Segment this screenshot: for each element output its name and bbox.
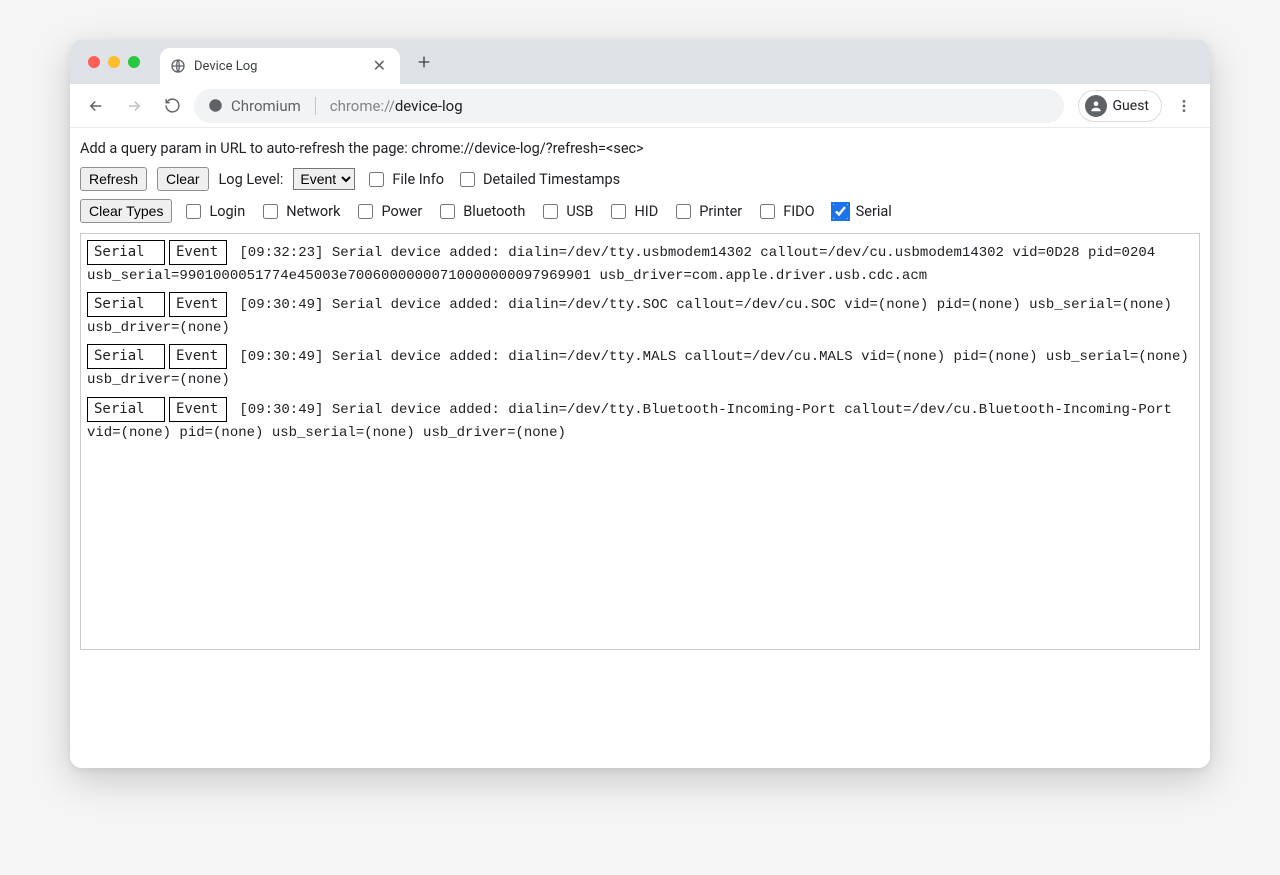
refresh-hint: Add a query param in URL to auto-refresh… [76,136,1204,165]
profile-button[interactable]: Guest [1078,90,1162,122]
type-filter-input-bluetooth[interactable] [440,204,455,219]
log-panel: SerialEvent [09:32:23] Serial device add… [80,233,1200,650]
back-button[interactable] [80,90,112,122]
address-bar[interactable]: Chromium chrome://device-log [194,89,1064,123]
globe-icon [170,58,186,74]
type-filter-input-hid[interactable] [611,204,626,219]
type-filter-printer[interactable]: Printer [672,201,742,222]
controls-row-2: Clear Types Login Network Power Bluetooth US… [76,197,1204,229]
log-message: [09:30:49] Serial device added: dialin=/… [87,297,1172,336]
tab-title: Device Log [194,59,361,74]
type-filter-label: USB [566,203,593,220]
type-filter-input-usb[interactable] [543,204,558,219]
forward-button[interactable] [118,90,150,122]
omnibox-chip: Chromium [231,97,301,115]
file-info-checkbox[interactable]: File Info [365,169,444,190]
minimize-window-button[interactable] [108,56,120,68]
type-filter-login[interactable]: Login [182,201,245,222]
log-message: [09:32:23] Serial device added: dialin=/… [87,245,1155,284]
page-content: Add a query param in URL to auto-refresh… [70,128,1210,768]
log-message: [09:30:49] Serial device added: dialin=/… [87,349,1189,388]
log-message: [09:30:49] Serial device added: dialin=/… [87,402,1172,441]
type-filter-label: Bluetooth [463,203,525,220]
type-filter-input-login[interactable] [186,204,201,219]
log-level-tag: Event [169,344,227,369]
app-menu-button[interactable] [1168,90,1200,122]
file-info-input[interactable] [369,172,384,187]
reload-button[interactable] [156,90,188,122]
browser-toolbar: Chromium chrome://device-log Guest [70,84,1210,128]
type-filter-input-printer[interactable] [676,204,691,219]
type-filter-input-power[interactable] [358,204,373,219]
log-level-label: Log Level: [219,171,284,188]
omnibox-url: chrome://device-log [330,97,463,115]
log-entry: SerialEvent [09:30:49] Serial device add… [87,397,1193,445]
type-filter-input-network[interactable] [263,204,278,219]
refresh-button[interactable]: Refresh [80,167,147,191]
window-controls [78,56,148,68]
log-entry: SerialEvent [09:32:23] Serial device add… [87,240,1193,288]
log-kind-tag: Serial [87,292,165,317]
type-filter-label: Power [381,203,422,220]
log-kind-tag: Serial [87,397,165,422]
log-level-select[interactable]: Event [293,168,355,190]
profile-label: Guest [1113,98,1149,114]
detailed-timestamps-checkbox[interactable]: Detailed Timestamps [456,169,620,190]
type-filter-hid[interactable]: HID [607,201,658,222]
tab-strip: Device Log ✕ [70,40,1210,84]
type-filter-serial[interactable]: Serial [829,201,892,222]
detailed-timestamps-input[interactable] [460,172,475,187]
type-filter-label: Login [209,203,245,220]
type-filters: Login Network Power Bluetooth USB HID Printer F… [182,201,893,222]
site-info-icon[interactable] [208,98,223,113]
log-entry: SerialEvent [09:30:49] Serial device add… [87,344,1193,392]
active-tab[interactable]: Device Log ✕ [160,48,400,84]
type-filter-power[interactable]: Power [354,201,422,222]
controls-row-1: Refresh Clear Log Level: Event File Info… [76,165,1204,197]
type-filter-input-fido[interactable] [760,204,775,219]
clear-types-button[interactable]: Clear Types [80,199,172,223]
log-kind-tag: Serial [87,344,165,369]
type-filter-label: Network [286,203,340,220]
type-filter-label: HID [634,203,658,220]
clear-button[interactable]: Clear [157,167,208,191]
new-tab-button[interactable] [410,48,438,76]
browser-window: Device Log ✕ Chromium chrome://device-lo… [70,40,1210,768]
log-level-tag: Event [169,240,227,265]
close-window-button[interactable] [88,56,100,68]
omnibox-divider [315,97,316,115]
log-level-tag: Event [169,397,227,422]
type-filter-label: Printer [699,203,742,220]
type-filter-input-serial[interactable] [833,204,848,219]
type-filter-bluetooth[interactable]: Bluetooth [436,201,525,222]
log-entry: SerialEvent [09:30:49] Serial device add… [87,292,1193,340]
log-kind-tag: Serial [87,240,165,265]
zoom-window-button[interactable] [128,56,140,68]
type-filter-network[interactable]: Network [259,201,340,222]
type-filter-label: Serial [856,203,892,220]
type-filter-usb[interactable]: USB [539,201,593,222]
log-level-tag: Event [169,292,227,317]
type-filter-label: FIDO [783,203,814,220]
close-tab-button[interactable]: ✕ [369,56,390,76]
type-filter-fido[interactable]: FIDO [756,201,814,222]
avatar-icon [1085,95,1107,117]
